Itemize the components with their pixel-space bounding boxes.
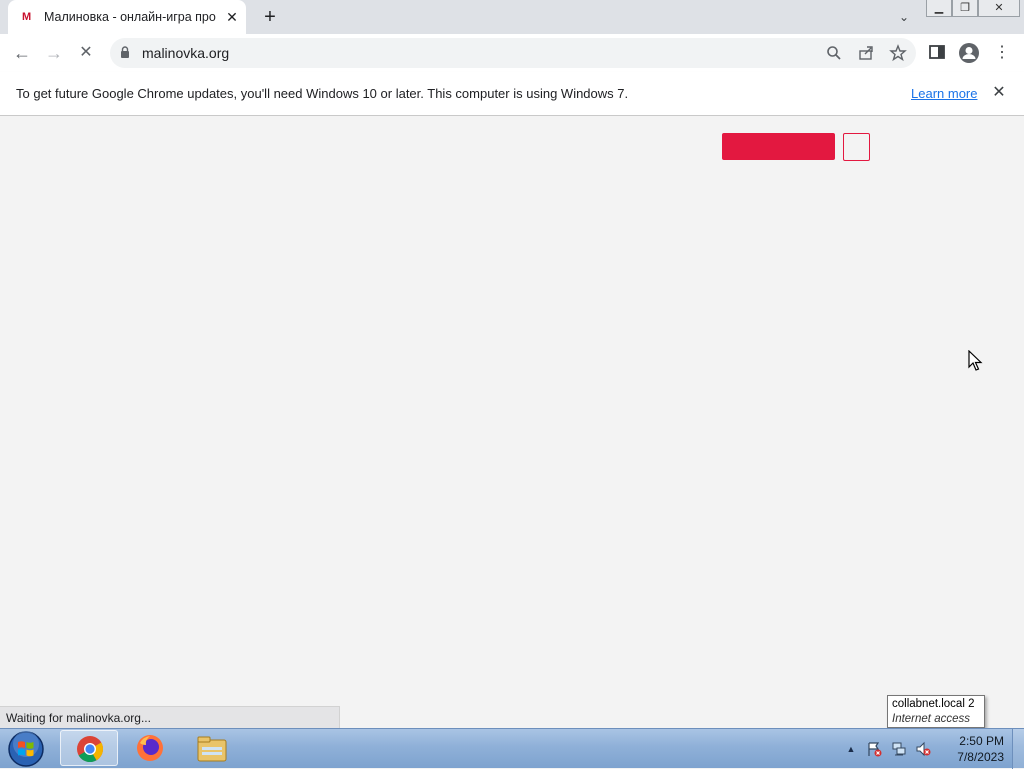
taskbar-explorer-button[interactable] bbox=[184, 730, 242, 766]
side-panel-icon[interactable] bbox=[928, 43, 946, 61]
url-text[interactable]: malinovka.org bbox=[142, 45, 229, 61]
status-bubble: Waiting for malinovka.org... bbox=[0, 706, 340, 728]
lock-icon bbox=[121, 46, 129, 58]
star-icon[interactable] bbox=[888, 43, 908, 63]
primary-button[interactable] bbox=[722, 133, 835, 160]
network-tooltip: collabnet.local 2 Internet access bbox=[887, 695, 985, 728]
browser-tab[interactable]: M Малиновка - онлайн-игра про машины ✕ bbox=[8, 0, 246, 34]
window-controls: ▁ ❐ ✕ bbox=[926, 0, 1020, 18]
page-content bbox=[0, 116, 1024, 728]
browser-title-bar: M Малиновка - онлайн-игра про машины ✕ +… bbox=[0, 0, 1024, 34]
browser-toolbar: ← → ✕ malinovka.org ⋮ bbox=[0, 34, 1024, 72]
close-window-button[interactable]: ✕ bbox=[978, 0, 1020, 17]
stop-loading-button[interactable]: ✕ bbox=[74, 42, 98, 64]
new-tab-button[interactable]: + bbox=[258, 6, 282, 28]
secondary-button[interactable] bbox=[843, 133, 870, 161]
taskbar-chrome-button[interactable] bbox=[60, 730, 118, 766]
tab-close-icon[interactable]: ✕ bbox=[224, 9, 240, 25]
infobar-close-icon[interactable]: ✕ bbox=[990, 84, 1008, 102]
search-icon[interactable] bbox=[824, 43, 844, 63]
tab-search-icon[interactable]: ⌄ bbox=[894, 8, 914, 26]
minimize-button[interactable]: ▁ bbox=[926, 0, 952, 17]
windows-start-icon[interactable] bbox=[6, 730, 46, 768]
share-icon[interactable] bbox=[856, 43, 876, 63]
show-hidden-icons-button[interactable]: ▲ bbox=[843, 741, 859, 757]
taskbar-clock[interactable]: 2:50 PM 7/8/2023 bbox=[940, 733, 1004, 765]
infobar-message: To get future Google Chrome updates, you… bbox=[16, 86, 629, 101]
restore-button[interactable]: ❐ bbox=[952, 0, 978, 17]
tooltip-network-status: Internet access bbox=[892, 713, 970, 725]
learn-more-link[interactable]: Learn more bbox=[911, 86, 977, 101]
back-button[interactable]: ← bbox=[10, 42, 34, 64]
forward-button[interactable]: → bbox=[42, 42, 66, 64]
profile-icon[interactable] bbox=[958, 42, 980, 64]
address-bar[interactable]: malinovka.org bbox=[110, 38, 916, 68]
show-desktop-button[interactable] bbox=[1012, 729, 1024, 769]
malinovka-favicon-icon: M bbox=[22, 11, 32, 23]
tab-title: Малиновка - онлайн-игра про машины bbox=[44, 10, 218, 24]
update-infobar: To get future Google Chrome updates, you… bbox=[0, 72, 1024, 116]
file-explorer-icon bbox=[197, 736, 227, 762]
tooltip-network-name: collabnet.local 2 bbox=[892, 698, 975, 710]
firefox-icon bbox=[137, 735, 163, 761]
action-center-icon[interactable] bbox=[866, 741, 882, 757]
taskbar: ▲ 2:50 PM 7/8/2023 bbox=[0, 728, 1024, 769]
volume-muted-icon[interactable] bbox=[915, 741, 931, 757]
clock-date: 7/8/2023 bbox=[957, 750, 1004, 764]
mouse-cursor-icon bbox=[968, 350, 983, 371]
chrome-icon bbox=[77, 736, 104, 763]
clock-time: 2:50 PM bbox=[959, 734, 1004, 748]
taskbar-firefox-button[interactable] bbox=[122, 730, 180, 766]
network-icon[interactable] bbox=[891, 741, 907, 757]
menu-icon[interactable]: ⋮ bbox=[990, 42, 1014, 64]
